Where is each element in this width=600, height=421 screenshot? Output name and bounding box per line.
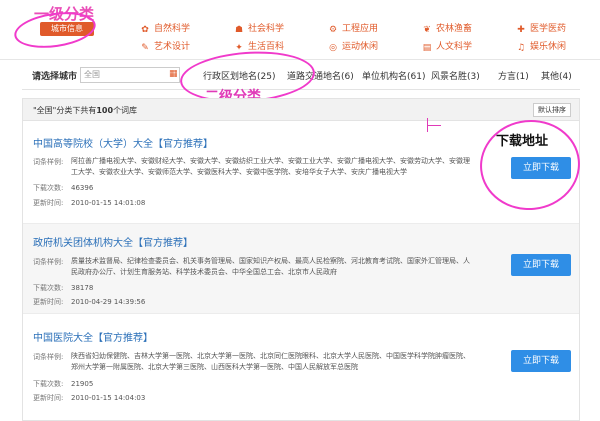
annotation-cursor-mark-h	[427, 125, 441, 126]
tab-institutions[interactable]: 单位机构名(61)	[362, 69, 425, 82]
download-count: 下载次数: 21905	[33, 380, 94, 388]
category-agriculture[interactable]: ❦ 农林渔畜	[422, 22, 472, 36]
download-count: 下载次数: 38178	[33, 284, 94, 292]
category-sports[interactable]: ◎ 运动休闲	[328, 40, 378, 54]
examples-label: 词条样例:	[33, 158, 64, 166]
entertainment-icon: ♫	[516, 43, 526, 53]
category-art-design[interactable]: ✎ 艺术设计	[140, 40, 190, 54]
people-icon: ☗	[234, 25, 244, 35]
city-search-input[interactable]: 全国	[80, 67, 180, 83]
examples-label: 词条样例:	[33, 258, 64, 266]
gear-icon: ⚙	[328, 25, 338, 35]
list-item: 政府机关团体机构大全【官方推荐】 词条样例: 质量技术监督局、纪律检查委员会、机…	[23, 224, 579, 313]
category-engineering[interactable]: ⚙ 工程应用	[328, 22, 378, 36]
dictionary-title[interactable]: 中国医院大全【官方推荐】	[33, 329, 153, 344]
dictionary-title[interactable]: 中国高等院校（大学）大全【官方推荐】	[33, 135, 213, 150]
grid-icon[interactable]: ▦	[169, 70, 178, 79]
medical-icon: ✚	[517, 25, 525, 35]
book-icon: ▤	[422, 43, 432, 53]
update-time: 更新时间: 2010-01-15 14:01:08	[33, 199, 146, 207]
tab-scenic[interactable]: 风景名胜(3)	[431, 69, 480, 82]
divider	[23, 313, 579, 314]
download-count: 下载次数: 46396	[33, 184, 94, 192]
select-city-label: 请选择城市	[32, 72, 78, 82]
category-natural-science[interactable]: ✿ 自然科学	[140, 22, 190, 36]
update-time: 更新时间: 2010-04-29 14:39:56	[33, 298, 146, 306]
result-count-text: "全国"分类下共有100个词库	[33, 106, 138, 115]
dictionary-title[interactable]: 政府机关团体机构大全【官方推荐】	[33, 234, 193, 249]
examples-text: 质量技术监督局、纪律检查委员会、机关事务管理局、国家知识产权局、最高人民检察院、…	[71, 257, 470, 276]
category-entertainment[interactable]: ♫ 娱乐休闲	[516, 40, 566, 54]
tab-other[interactable]: 其他(4)	[541, 69, 572, 82]
panel-header: "全国"分类下共有100个词库 默认排序	[23, 99, 579, 121]
examples-text: 陕西省妇幼保健院、吉林大学第一医院、北京大学第一医院、北京同仁医院眼科、北京大学…	[71, 352, 470, 371]
examples-text: 阿拉善广播电视大学、安徽财经大学、安徽大学、安徽纺织工业大学、安徽工业大学、安徽…	[71, 157, 470, 176]
tab-dialect[interactable]: 方言(1)	[498, 69, 529, 82]
sport-icon: ◎	[329, 43, 337, 53]
category-humanities[interactable]: ▤ 人文科学	[422, 40, 472, 54]
category-social-science[interactable]: ☗ 社会科学	[234, 22, 284, 36]
update-time: 更新时间: 2010-01-15 14:04:03	[33, 394, 146, 402]
category-medicine[interactable]: ✚ 医学医药	[516, 22, 566, 36]
download-button[interactable]: 立即下载	[511, 350, 571, 372]
palette-icon: ✎	[141, 43, 149, 53]
plant-icon: ❦	[423, 25, 431, 35]
download-button[interactable]: 立即下载	[511, 254, 571, 276]
list-item: 中国医院大全【官方推荐】 词条样例: 陕西省妇幼保健院、吉林大学第一医院、北京大…	[23, 325, 579, 415]
leaf-icon: ✿	[141, 25, 149, 35]
examples-label: 词条样例:	[33, 353, 64, 361]
sort-button[interactable]: 默认排序	[533, 103, 571, 117]
